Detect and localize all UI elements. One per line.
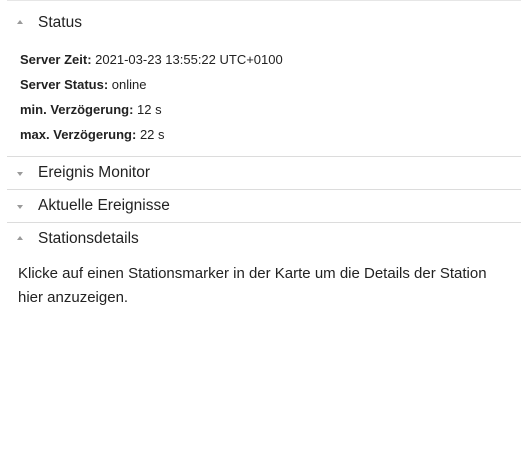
station-details-header[interactable]: Stationsdetails	[0, 223, 521, 255]
server-time-row: Server Zeit: 2021-03-23 13:55:22 UTC+010…	[20, 47, 521, 72]
chevron-down-icon	[17, 205, 23, 209]
server-status-value: online	[111, 77, 147, 92]
station-details-section: Stationsdetails	[0, 223, 521, 255]
chevron-up-icon	[17, 20, 23, 24]
current-events-section: Aktuelle Ereignisse	[0, 190, 521, 222]
station-details-title: Stationsdetails	[38, 230, 139, 247]
station-details-text: Klicke auf einen Stationsmarker in der K…	[18, 265, 487, 306]
current-events-title: Aktuelle Ereignisse	[38, 197, 170, 214]
max-delay-row: max. Verzögerung: 22 s	[20, 122, 521, 147]
server-status-label: Server Status:	[20, 77, 109, 92]
min-delay-row: min. Verzögerung: 12 s	[20, 97, 521, 122]
min-delay-value: 12 s	[137, 102, 162, 117]
current-events-header[interactable]: Aktuelle Ereignisse	[0, 190, 521, 222]
max-delay-value: 22 s	[139, 127, 165, 142]
event-monitor-title: Ereignis Monitor	[38, 164, 150, 181]
status-section: Status Server Zeit: 2021-03-23 13:55:22 …	[0, 7, 521, 147]
top-divider	[7, 0, 521, 1]
max-delay-label: max. Verzögerung:	[20, 127, 137, 142]
server-status-row: Server Status: online	[20, 72, 521, 97]
chevron-up-icon	[17, 236, 23, 240]
server-time-label: Server Zeit:	[20, 52, 92, 67]
min-delay-label: min. Verzögerung:	[20, 102, 134, 117]
server-time-value: 2021-03-23 13:55:22 UTC+0100	[95, 52, 283, 67]
status-header[interactable]: Status	[0, 7, 521, 39]
status-title: Status	[38, 14, 82, 31]
event-monitor-header[interactable]: Ereignis Monitor	[0, 157, 521, 189]
sidebar-panel: Status Server Zeit: 2021-03-23 13:55:22 …	[0, 0, 521, 451]
chevron-down-icon	[17, 172, 23, 176]
status-body: Server Zeit: 2021-03-23 13:55:22 UTC+010…	[0, 39, 521, 147]
event-monitor-section: Ereignis Monitor	[0, 157, 521, 189]
